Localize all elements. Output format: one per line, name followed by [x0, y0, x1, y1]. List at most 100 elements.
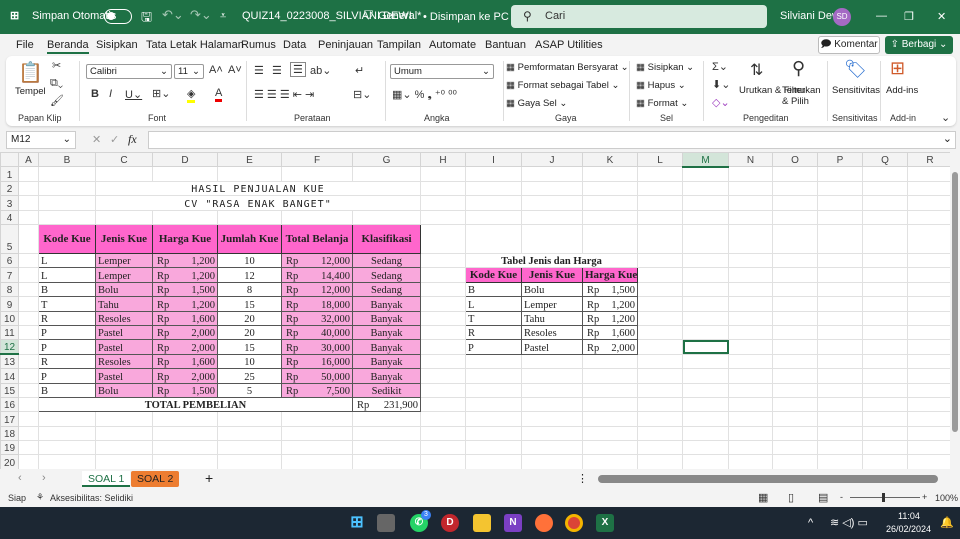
cell-E7[interactable]: 12 [217, 267, 282, 283]
cell-O17[interactable] [772, 411, 818, 427]
orientation-icon[interactable]: ab⌄ [310, 64, 331, 77]
cell-H11[interactable] [420, 324, 466, 341]
cell-J5[interactable] [521, 224, 583, 254]
minimize-button[interactable]: — [876, 10, 887, 22]
file-explorer-icon[interactable] [473, 514, 491, 532]
row-header-6[interactable]: 6 [0, 252, 19, 269]
cell-A12[interactable] [18, 339, 39, 355]
cell-K18[interactable] [582, 425, 638, 442]
cell-R2[interactable] [907, 180, 950, 196]
cell-E14[interactable]: 25 [217, 368, 282, 384]
cell-Q2[interactable] [862, 180, 908, 196]
cell-P16[interactable] [817, 396, 863, 413]
cell-F9[interactable]: Rp 18,000 [281, 296, 353, 312]
app-d-icon[interactable]: D [441, 514, 459, 532]
cell-R18[interactable] [907, 425, 950, 442]
tab-tampilan[interactable]: Tampilan [377, 39, 421, 51]
cell-D17[interactable] [152, 411, 218, 427]
cell-G7[interactable]: Sedang [352, 267, 421, 283]
cell-H3[interactable] [420, 195, 466, 211]
cell-Q1[interactable] [862, 166, 908, 182]
cell-D14[interactable]: Rp 2,000 [152, 368, 218, 384]
cell-A4[interactable] [18, 209, 39, 225]
cell-F20[interactable] [281, 454, 353, 469]
cell-L15[interactable] [637, 382, 683, 398]
cell-L16[interactable] [637, 396, 683, 413]
wrap-text-icon[interactable]: ↵ [355, 64, 364, 77]
cell-H19[interactable] [420, 440, 466, 456]
cell-G17[interactable] [352, 411, 421, 427]
cell-R19[interactable] [907, 440, 950, 456]
cell-M9[interactable] [682, 296, 729, 312]
cell-table[interactable]: A B C D E F G H I J K L M N O P Q R 1 2 HASIL PENJUALAN KUE 3… [0, 152, 950, 469]
cell-F18[interactable] [281, 425, 353, 442]
cell-K4[interactable] [582, 209, 638, 225]
cell-O5[interactable] [772, 224, 818, 254]
cell-H7[interactable] [420, 267, 466, 283]
cell-Q16[interactable] [862, 396, 908, 413]
cell-G10[interactable]: Banyak [352, 310, 421, 326]
cell-N18[interactable] [728, 425, 773, 442]
cell-J20[interactable] [521, 454, 583, 469]
share-button[interactable]: ⇪ Berbagi ⌄ [885, 36, 953, 54]
cell-C8[interactable]: Bolu [95, 281, 153, 298]
cell-Q10[interactable] [862, 310, 908, 326]
cell-N6[interactable] [728, 252, 773, 269]
paste-button[interactable]: Tempel [15, 86, 46, 97]
cell-L20[interactable] [637, 454, 683, 469]
cell-L5[interactable] [637, 224, 683, 254]
cell-O6[interactable] [772, 252, 818, 269]
cell-E1[interactable] [217, 166, 282, 182]
zoom-in-button[interactable]: + [922, 492, 927, 502]
add-sheet-button[interactable]: + [205, 470, 213, 486]
cell-A7[interactable] [18, 267, 39, 283]
cell-H18[interactable] [420, 425, 466, 442]
cell-Q20[interactable] [862, 454, 908, 469]
cell-I7[interactable]: Kode Kue [465, 267, 522, 283]
cell-A5[interactable] [18, 224, 39, 254]
cell-G12[interactable]: Banyak [352, 339, 421, 355]
cell-J19[interactable] [521, 440, 583, 456]
cell-M20[interactable] [682, 454, 729, 469]
cell-I6[interactable]: Tabel Jenis dan Harga [465, 252, 638, 269]
cell-P9[interactable] [817, 296, 863, 312]
cell-B20[interactable] [38, 454, 96, 469]
cell-H1[interactable] [420, 166, 466, 182]
cell-K8[interactable]: Rp 1,500 [582, 281, 638, 298]
cell-D10[interactable]: Rp 1,600 [152, 310, 218, 326]
cell-R8[interactable] [907, 281, 950, 298]
cell-R1[interactable] [907, 166, 950, 182]
cell-N3[interactable] [728, 195, 773, 211]
cell-I1[interactable] [465, 166, 522, 182]
cell-I5[interactable] [465, 224, 522, 254]
addins-icon[interactable]: ⊞ [890, 58, 905, 79]
cell-L9[interactable] [637, 296, 683, 312]
tab-file[interactable]: File [16, 39, 34, 51]
cell-F8[interactable]: Rp 12,000 [281, 281, 353, 298]
cell-B15[interactable]: B [38, 382, 96, 398]
cell-A10[interactable] [18, 310, 39, 326]
cell-J17[interactable] [521, 411, 583, 427]
sheet-tab-soal-2[interactable]: SOAL 2 [131, 471, 180, 487]
column-header-Q[interactable]: Q [862, 152, 908, 167]
cell-D6[interactable]: Rp 1,200 [152, 252, 218, 269]
cell-D19[interactable] [152, 440, 218, 456]
cell-O11[interactable] [772, 324, 818, 341]
merge-center-icon[interactable]: ⊟⌄ [353, 88, 371, 101]
cell-R16[interactable] [907, 396, 950, 413]
cell-I15[interactable] [465, 382, 522, 398]
worksheet-grid[interactable]: A B C D E F G H I J K L M N O P Q R 1 2 HASIL PENJUALAN KUE 3… [0, 152, 950, 469]
firefox-icon[interactable] [535, 514, 553, 532]
cell-I14[interactable] [465, 368, 522, 384]
cell-A16[interactable] [18, 396, 39, 413]
cell-F13[interactable]: Rp 16,000 [281, 353, 353, 370]
cell-G1[interactable] [352, 166, 421, 182]
cell-L19[interactable] [637, 440, 683, 456]
cell-M7[interactable] [682, 267, 729, 283]
font-color-icon[interactable]: A [215, 87, 223, 102]
cell-L13[interactable] [637, 353, 683, 370]
cell-D8[interactable]: Rp 1,500 [152, 281, 218, 298]
number-format-select[interactable]: Umum ⌄ [390, 64, 494, 79]
row-header-2[interactable]: 2 [0, 180, 19, 196]
cell-H16[interactable] [420, 396, 466, 413]
